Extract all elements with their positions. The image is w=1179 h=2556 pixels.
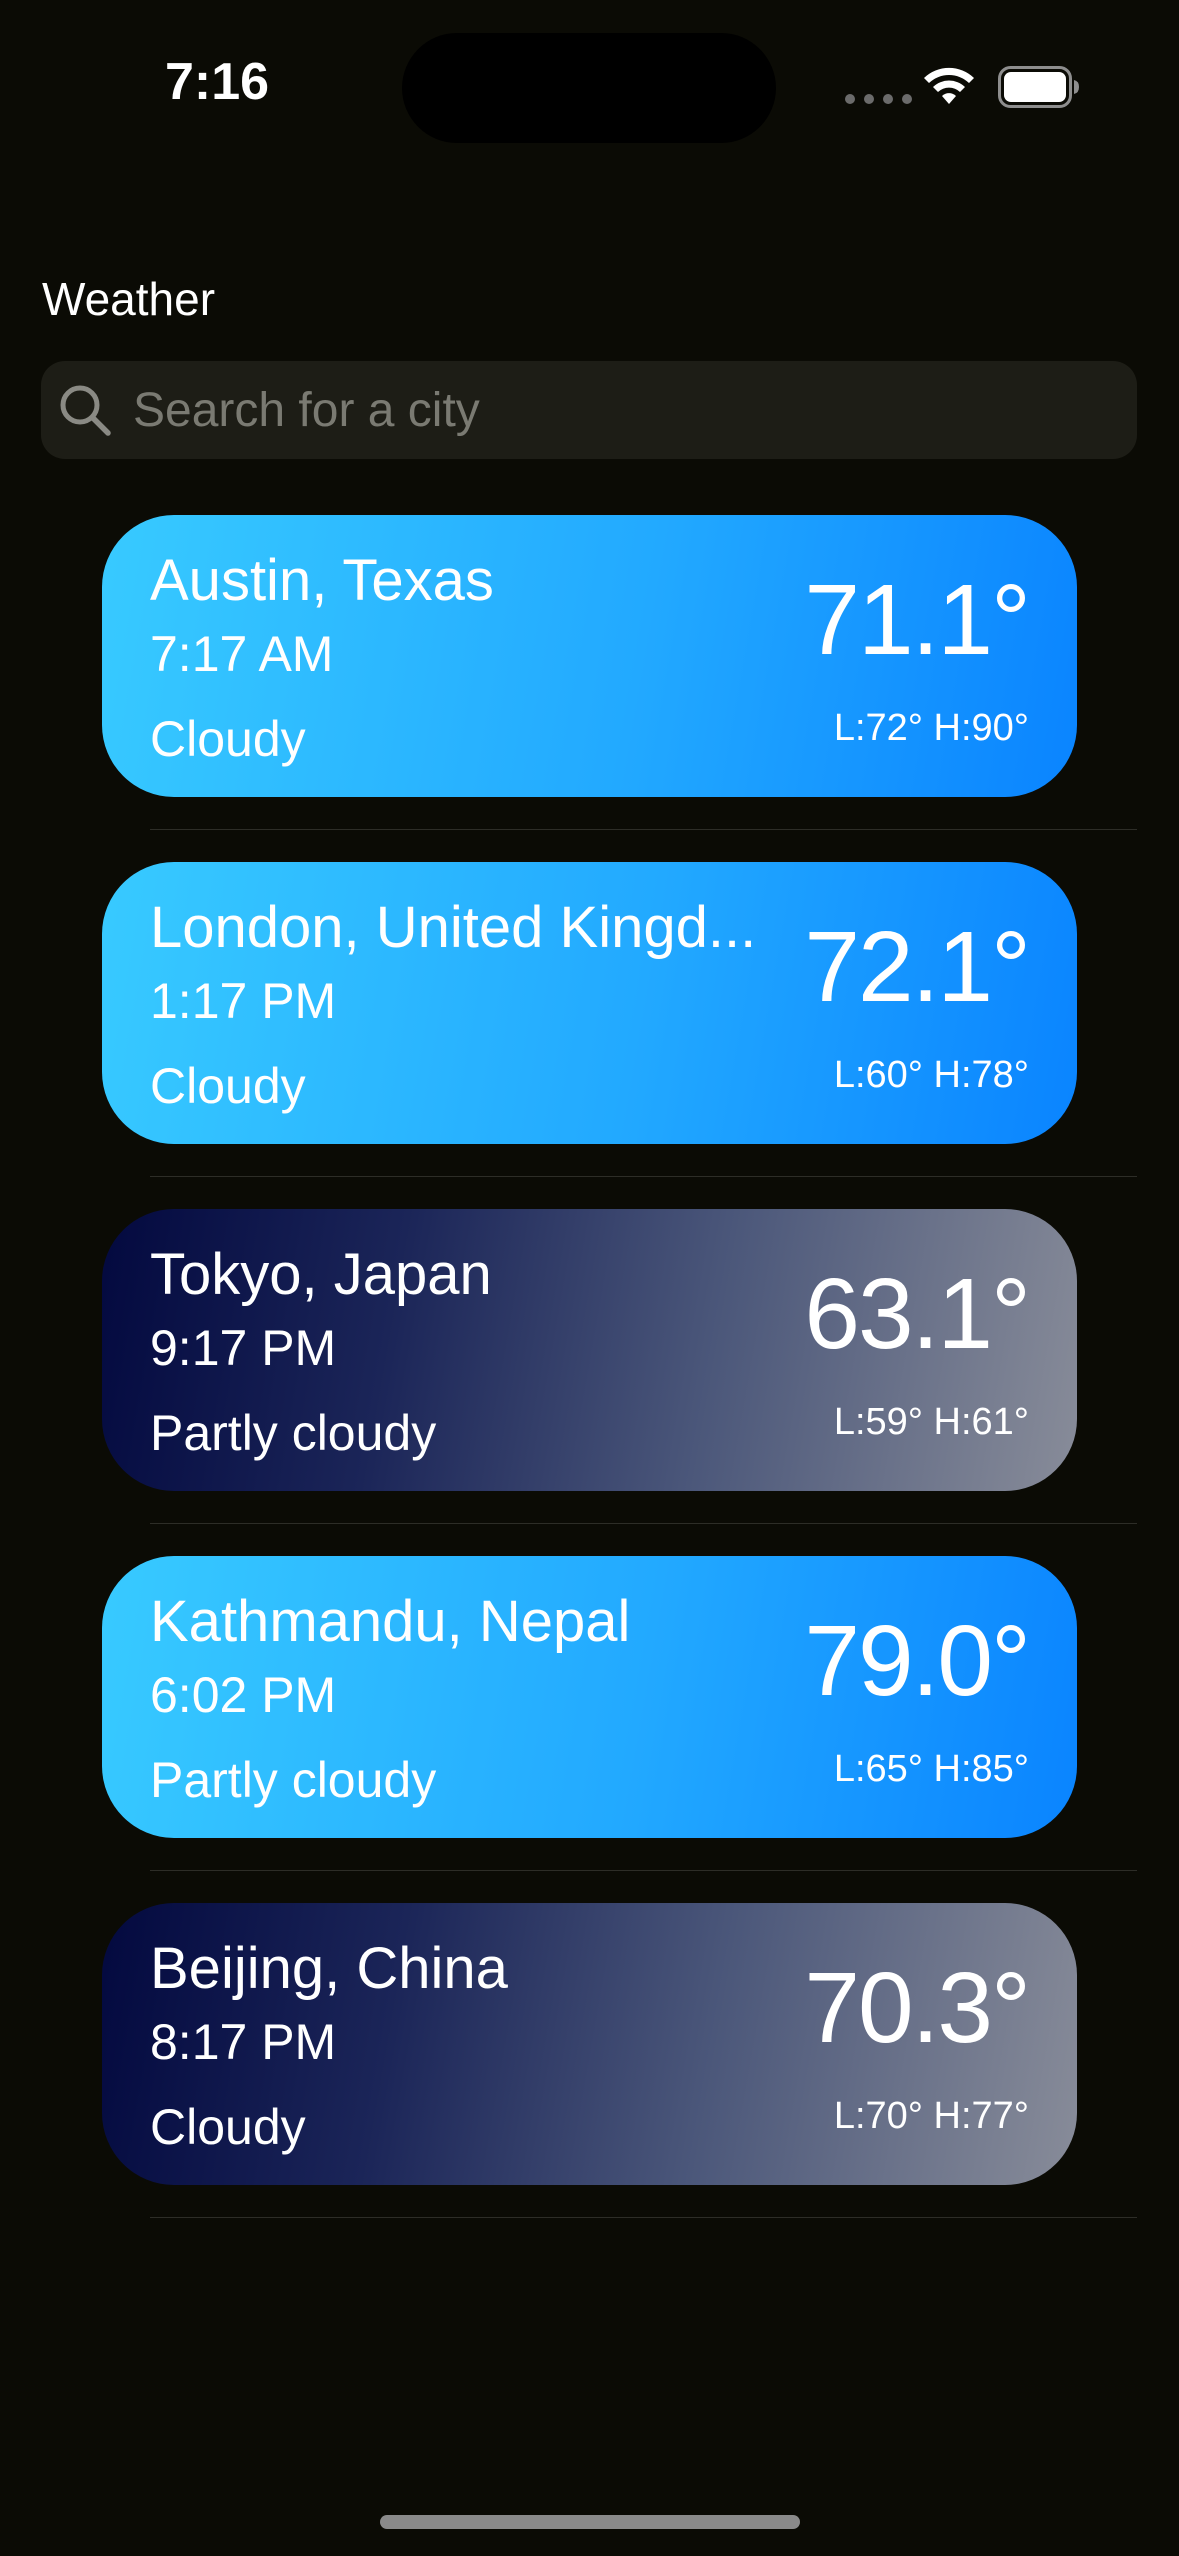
list-item: Austin, Texas 7:17 AM Cloudy 71.1° L:72°… [0,515,1179,862]
city-temperature: 79.0° [804,1605,1031,1717]
city-card-beijing[interactable]: Beijing, China 8:17 PM Cloudy 70.3° L:70… [102,1903,1077,2185]
city-temp-range: L:65° H:85° [833,1748,1029,1790]
home-indicator[interactable] [380,2515,800,2529]
city-temperature: 72.1° [804,911,1031,1023]
row-divider [150,2217,1137,2218]
city-name: Beijing, China [150,1936,508,2001]
city-local-time: 8:17 PM [150,2014,337,2070]
city-temperature: 63.1° [804,1258,1031,1370]
city-temp-range: L:59° H:61° [833,1401,1029,1443]
list-item: London, United Kingd... 1:17 PM Cloudy 7… [0,862,1179,1209]
city-name: Kathmandu, Nepal [150,1589,631,1654]
city-condition: Partly cloudy [150,1752,437,1808]
city-name: London, United Kingd... [150,895,757,960]
row-divider [150,829,1137,830]
city-temp-range: L:60° H:78° [833,1054,1029,1096]
page-title: Weather [42,273,216,325]
city-temp-range: L:72° H:90° [833,707,1029,749]
row-divider [150,1176,1137,1177]
dynamic-island [402,33,776,143]
city-card-tokyo[interactable]: Tokyo, Japan 9:17 PM Partly cloudy 63.1°… [102,1209,1077,1491]
city-condition: Cloudy [150,1058,306,1114]
city-card-london[interactable]: London, United Kingd... 1:17 PM Cloudy 7… [102,862,1077,1144]
city-list: Austin, Texas 7:17 AM Cloudy 71.1° L:72°… [0,515,1179,2250]
city-temperature: 71.1° [804,564,1031,676]
wifi-icon [924,67,974,104]
city-name: Austin, Texas [150,548,494,613]
cellular-signal-icon [845,94,912,104]
city-condition: Cloudy [150,2099,306,2155]
row-divider [150,1870,1137,1871]
city-name: Tokyo, Japan [150,1242,492,1307]
city-card-austin[interactable]: Austin, Texas 7:17 AM Cloudy 71.1° L:72°… [102,515,1077,797]
city-temp-range: L:70° H:77° [833,2095,1029,2137]
city-local-time: 9:17 PM [150,1320,337,1376]
city-local-time: 6:02 PM [150,1667,337,1723]
search-input[interactable] [133,382,1033,438]
city-local-time: 7:17 AM [150,626,334,682]
city-condition: Cloudy [150,711,306,767]
city-card-kathmandu[interactable]: Kathmandu, Nepal 6:02 PM Partly cloudy 7… [102,1556,1077,1838]
status-time: 7:16 [165,53,270,111]
list-item: Tokyo, Japan 9:17 PM Partly cloudy 63.1°… [0,1209,1179,1556]
search-bar[interactable] [41,361,1137,459]
city-local-time: 1:17 PM [150,973,337,1029]
battery-icon [998,66,1079,108]
list-item: Beijing, China 8:17 PM Cloudy 70.3° L:70… [0,1903,1179,2250]
city-temperature: 70.3° [804,1952,1031,2064]
list-item: Kathmandu, Nepal 6:02 PM Partly cloudy 7… [0,1556,1179,1903]
row-divider [150,1523,1137,1524]
city-condition: Partly cloudy [150,1405,437,1461]
search-icon [60,385,111,436]
